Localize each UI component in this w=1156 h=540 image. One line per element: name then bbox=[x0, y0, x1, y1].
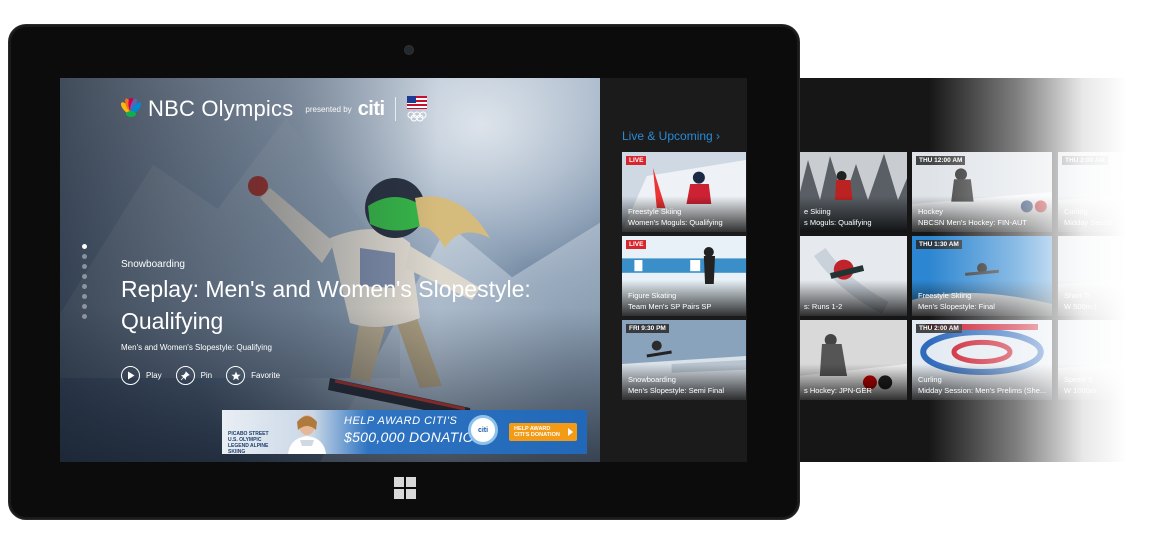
time-badge: FRI 9:30 PM bbox=[626, 324, 669, 333]
hero-title: Replay: Men's and Women's Slopestyle: Qu… bbox=[121, 276, 531, 334]
time-badge: THU 12:00 AM bbox=[916, 156, 966, 165]
tile-sport: Curling bbox=[918, 375, 942, 384]
time-badge: THU 1:30 AM bbox=[916, 240, 962, 249]
pager-dot[interactable] bbox=[82, 254, 87, 259]
tile-event: s: Runs 1-2 bbox=[804, 302, 843, 311]
event-tile[interactable]: LIVE Freestyle Skiing Women's Moguls: Qual… bbox=[622, 152, 746, 232]
pager-dot[interactable] bbox=[82, 274, 87, 279]
tile-sport: Speed S bbox=[1064, 375, 1093, 384]
event-tile[interactable]: Short Tr W 500m ( bbox=[1058, 236, 1156, 316]
arrow-right-icon bbox=[568, 428, 573, 436]
tile-grid-overflow: e Skiing s Moguls: Qualifying s: Runs 1-2 s… bbox=[790, 78, 1156, 462]
tile-event: s Hockey: JPN-GER bbox=[804, 386, 872, 395]
citi-ad-banner[interactable]: PICABO STREET U.S. OLYMPIC LEGEND ALPINE … bbox=[222, 410, 587, 454]
live-badge: LIVE bbox=[626, 156, 647, 165]
event-tile[interactable]: LIVE Figure Skating Team Men's SP Pairs SP bbox=[622, 236, 746, 316]
hero-actions: Play Pin Favorite bbox=[121, 366, 280, 385]
hero-sport: Snowboarding bbox=[121, 259, 185, 270]
event-tile[interactable]: e Skiing s Moguls: Qualifying bbox=[798, 152, 907, 232]
tile-sport: Figure Skating bbox=[628, 291, 677, 300]
presented-by-text: presented by bbox=[305, 104, 352, 114]
pager-dot[interactable] bbox=[82, 264, 87, 269]
event-tile[interactable]: THU 12:00 AM Hockey NBCSN Men's Hockey: FI… bbox=[912, 152, 1052, 232]
tile-event: Women's Moguls: Qualifying bbox=[628, 218, 723, 227]
pin-label: Pin bbox=[200, 371, 213, 380]
event-tile[interactable]: Speed S W 1000m bbox=[1058, 320, 1156, 400]
tile-sport: Freestyle Skiing bbox=[628, 207, 682, 216]
tile-event: W 1000m bbox=[1064, 386, 1097, 395]
app-title: NBC Olympics bbox=[148, 96, 294, 121]
event-tile[interactable]: s Hockey: JPN-GER bbox=[798, 320, 907, 400]
camera-icon bbox=[404, 45, 414, 55]
ad-headline-2: $500,000 DONATION bbox=[344, 429, 485, 445]
tile-sport: Hockey bbox=[918, 207, 944, 216]
pager-dot[interactable] bbox=[82, 244, 87, 249]
nbc-peacock-icon bbox=[120, 98, 142, 117]
tile-event: Men's Slopestyle: Final bbox=[918, 302, 995, 311]
usa-olympic-logo-icon bbox=[406, 96, 427, 122]
favorite-label: Favorite bbox=[251, 371, 281, 380]
pager-dot[interactable] bbox=[82, 314, 87, 319]
hero-pager[interactable] bbox=[82, 244, 87, 319]
windows-logo-icon[interactable] bbox=[394, 477, 416, 499]
app-brand: NBC Olympics presented by citi bbox=[120, 94, 428, 124]
play-label: Play bbox=[146, 371, 162, 380]
tile-sport: Short Tr bbox=[1064, 291, 1091, 300]
play-icon bbox=[127, 371, 134, 380]
event-tile[interactable]: THU 2:00 AM Curling Midday Sessio bbox=[1058, 152, 1156, 232]
tile-sport: Curling bbox=[1064, 207, 1088, 216]
pager-dot[interactable] bbox=[82, 284, 87, 289]
citi-logo: citi bbox=[357, 97, 385, 120]
event-tile[interactable]: THU 1:30 AM Freestyle Skiing Men's Slopest… bbox=[912, 236, 1052, 316]
app-screen: NBC Olympics presented by citi Snowboard… bbox=[60, 78, 747, 462]
tile-event: Midday Sessio bbox=[1064, 218, 1113, 227]
ad-person-image bbox=[288, 415, 326, 454]
tile-sport: Freestyle Skiing bbox=[918, 291, 972, 300]
pager-dot[interactable] bbox=[82, 304, 87, 309]
time-badge: THU 2:00 AM bbox=[1062, 156, 1108, 165]
pin-button[interactable]: Pin bbox=[175, 366, 213, 385]
tile-sport: Snowboarding bbox=[628, 375, 676, 384]
star-icon bbox=[231, 371, 241, 380]
pin-icon bbox=[180, 370, 190, 380]
tile-event: s Moguls: Qualifying bbox=[804, 218, 872, 227]
event-tile[interactable]: THU 2:00 AM Curling Midday Session: Men's … bbox=[912, 320, 1052, 400]
play-button[interactable]: Play bbox=[121, 366, 162, 385]
favorite-button[interactable]: Favorite bbox=[226, 366, 280, 385]
tile-event: Team Men's SP Pairs SP bbox=[628, 302, 712, 311]
ad-headline-1: HELP AWARD CITI'S bbox=[344, 415, 458, 427]
ad-cta-button[interactable]: HELP AWARD CITI'S DONATION bbox=[509, 423, 577, 441]
hero-subtitle: Men's and Women's Slopestyle: Qualifying bbox=[121, 343, 272, 352]
ad-cta-label: HELP AWARD CITI'S DONATION bbox=[514, 426, 560, 438]
live-upcoming-heading[interactable]: Live & Upcoming › bbox=[622, 129, 720, 143]
event-tile[interactable]: s: Runs 1-2 bbox=[798, 236, 907, 316]
time-badge: THU 2:00 AM bbox=[916, 324, 962, 333]
tile-event: Men's Slopestyle: Semi Final bbox=[628, 386, 725, 395]
citi-seal-icon: citi bbox=[468, 415, 498, 445]
pager-dot[interactable] bbox=[82, 294, 87, 299]
tile-sport: e Skiing bbox=[804, 207, 831, 216]
tile-event: W 500m ( bbox=[1064, 302, 1097, 311]
event-tile[interactable]: FRI 9:30 PM Snowboarding Men's Slopestyle:… bbox=[622, 320, 746, 400]
ad-person-name: PICABO STREET U.S. OLYMPIC LEGEND ALPINE … bbox=[228, 431, 269, 454]
tile-event: NBCSN Men's Hockey: FIN-AUT bbox=[918, 218, 1027, 227]
hero-banner[interactable]: NBC Olympics presented by citi Snowboard… bbox=[60, 78, 600, 462]
tile-event: Midday Session: Men's Prelims (She... bbox=[918, 386, 1047, 395]
live-badge: LIVE bbox=[626, 240, 647, 249]
